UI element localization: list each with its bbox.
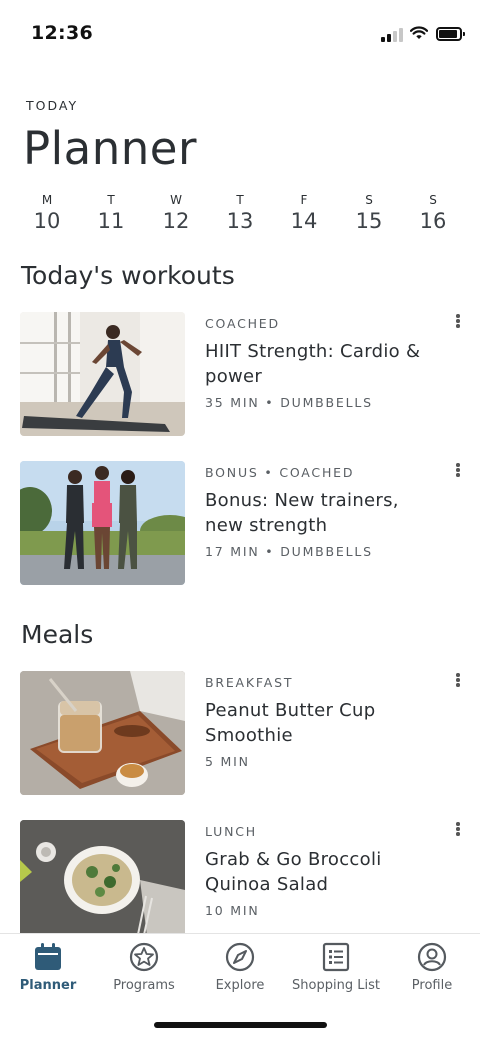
tab-label: Profile xyxy=(411,978,453,993)
day-fri[interactable]: F 14 xyxy=(274,186,334,244)
day-number: 15 xyxy=(355,209,383,233)
workout-info: BONUS • COACHED Bonus: New trainers, new… xyxy=(205,465,440,559)
day-thu[interactable]: T 13 xyxy=(210,186,270,244)
day-number: 12 xyxy=(162,209,190,233)
day-of-week: M xyxy=(41,193,53,207)
meal-thumbnail-image xyxy=(20,671,185,795)
cellular-signal-icon xyxy=(381,28,403,42)
day-of-week: S xyxy=(429,193,437,207)
meal-type: LUNCH xyxy=(205,824,257,839)
workout-details: 17 MIN • DUMBBELLS xyxy=(205,544,373,559)
day-tue[interactable]: T 11 xyxy=(81,186,141,244)
date-eyebrow: TODAY xyxy=(26,98,79,113)
status-bar: 12:36 xyxy=(0,0,480,60)
more-options-icon[interactable] xyxy=(450,820,466,840)
more-options-icon[interactable] xyxy=(450,312,466,332)
list-icon xyxy=(322,942,350,972)
day-of-week: T xyxy=(107,193,115,207)
battery-icon xyxy=(436,27,465,41)
meal-type: BREAKFAST xyxy=(205,675,294,690)
calendar-icon xyxy=(35,943,61,970)
day-of-week: T xyxy=(236,193,244,207)
day-number: 16 xyxy=(419,209,447,233)
day-sun[interactable]: S 16 xyxy=(403,186,463,244)
status-time: 12:36 xyxy=(31,22,93,44)
tab-shopping-list[interactable]: Shopping List xyxy=(288,940,384,1004)
workout-type: COACHED xyxy=(205,316,280,331)
workouts-heading: Today's workouts xyxy=(21,261,235,290)
meal-details: 5 MIN xyxy=(205,754,250,769)
day-number: 14 xyxy=(290,209,318,233)
tab-programs[interactable]: Programs xyxy=(96,940,192,1004)
workout-thumbnail-image xyxy=(20,461,185,585)
workout-thumbnail-image xyxy=(20,312,185,436)
tab-profile[interactable]: Profile xyxy=(384,940,480,1004)
meal-details: 10 MIN xyxy=(205,903,260,918)
day-of-week: W xyxy=(170,193,182,207)
tab-planner[interactable]: Planner xyxy=(0,940,96,1004)
meal-info: BREAKFAST Peanut Butter Cup Smoothie 5 M… xyxy=(205,675,440,769)
day-wed-selected[interactable]: W 12 xyxy=(146,186,206,244)
day-number: 10 xyxy=(33,209,61,233)
workout-card[interactable]: COACHED HIIT Strength: Cardio & power 35… xyxy=(20,312,470,436)
meal-title: Peanut Butter Cup Smoothie xyxy=(205,700,376,746)
day-mon[interactable]: M 10 xyxy=(17,186,77,244)
tab-label: Planner xyxy=(19,978,77,993)
day-sat[interactable]: S 15 xyxy=(339,186,399,244)
tab-label: Programs xyxy=(113,978,175,993)
workout-type: BONUS • COACHED xyxy=(205,465,355,480)
more-options-icon[interactable] xyxy=(450,671,466,691)
page-title: Planner xyxy=(23,122,197,175)
workout-details: 35 MIN • DUMBBELLS xyxy=(205,395,373,410)
workout-title: Bonus: New trainers, new strength xyxy=(205,490,399,536)
workout-title: HIIT Strength: Cardio & power xyxy=(205,341,421,387)
tab-explore[interactable]: Explore xyxy=(192,940,288,1004)
wifi-icon xyxy=(410,26,428,39)
compass-icon xyxy=(225,942,255,972)
workout-info: COACHED HIIT Strength: Cardio & power 35… xyxy=(205,316,440,410)
meal-info: LUNCH Grab & Go Broccoli Quinoa Salad 10… xyxy=(205,824,440,918)
meal-title: Grab & Go Broccoli Quinoa Salad xyxy=(205,849,382,895)
meal-thumbnail-image xyxy=(20,820,185,933)
workout-card[interactable]: BONUS • COACHED Bonus: New trainers, new… xyxy=(20,461,470,585)
day-number: 13 xyxy=(226,209,254,233)
star-badge-icon xyxy=(129,942,159,972)
day-of-week: F xyxy=(300,193,308,207)
meals-heading: Meals xyxy=(21,620,94,649)
more-options-icon[interactable] xyxy=(450,461,466,481)
day-number: 11 xyxy=(97,209,125,233)
profile-icon xyxy=(417,942,447,972)
tab-label: Shopping List xyxy=(292,978,380,993)
week-strip: M 10 T 11 W 12 T 13 F 14 S 15 S 16 xyxy=(15,186,465,246)
meal-card[interactable]: BREAKFAST Peanut Butter Cup Smoothie 5 M… xyxy=(20,671,470,795)
home-indicator xyxy=(154,1022,327,1028)
tab-label: Explore xyxy=(215,978,265,993)
meal-card[interactable]: LUNCH Grab & Go Broccoli Quinoa Salad 10… xyxy=(20,820,470,933)
day-of-week: S xyxy=(365,193,373,207)
